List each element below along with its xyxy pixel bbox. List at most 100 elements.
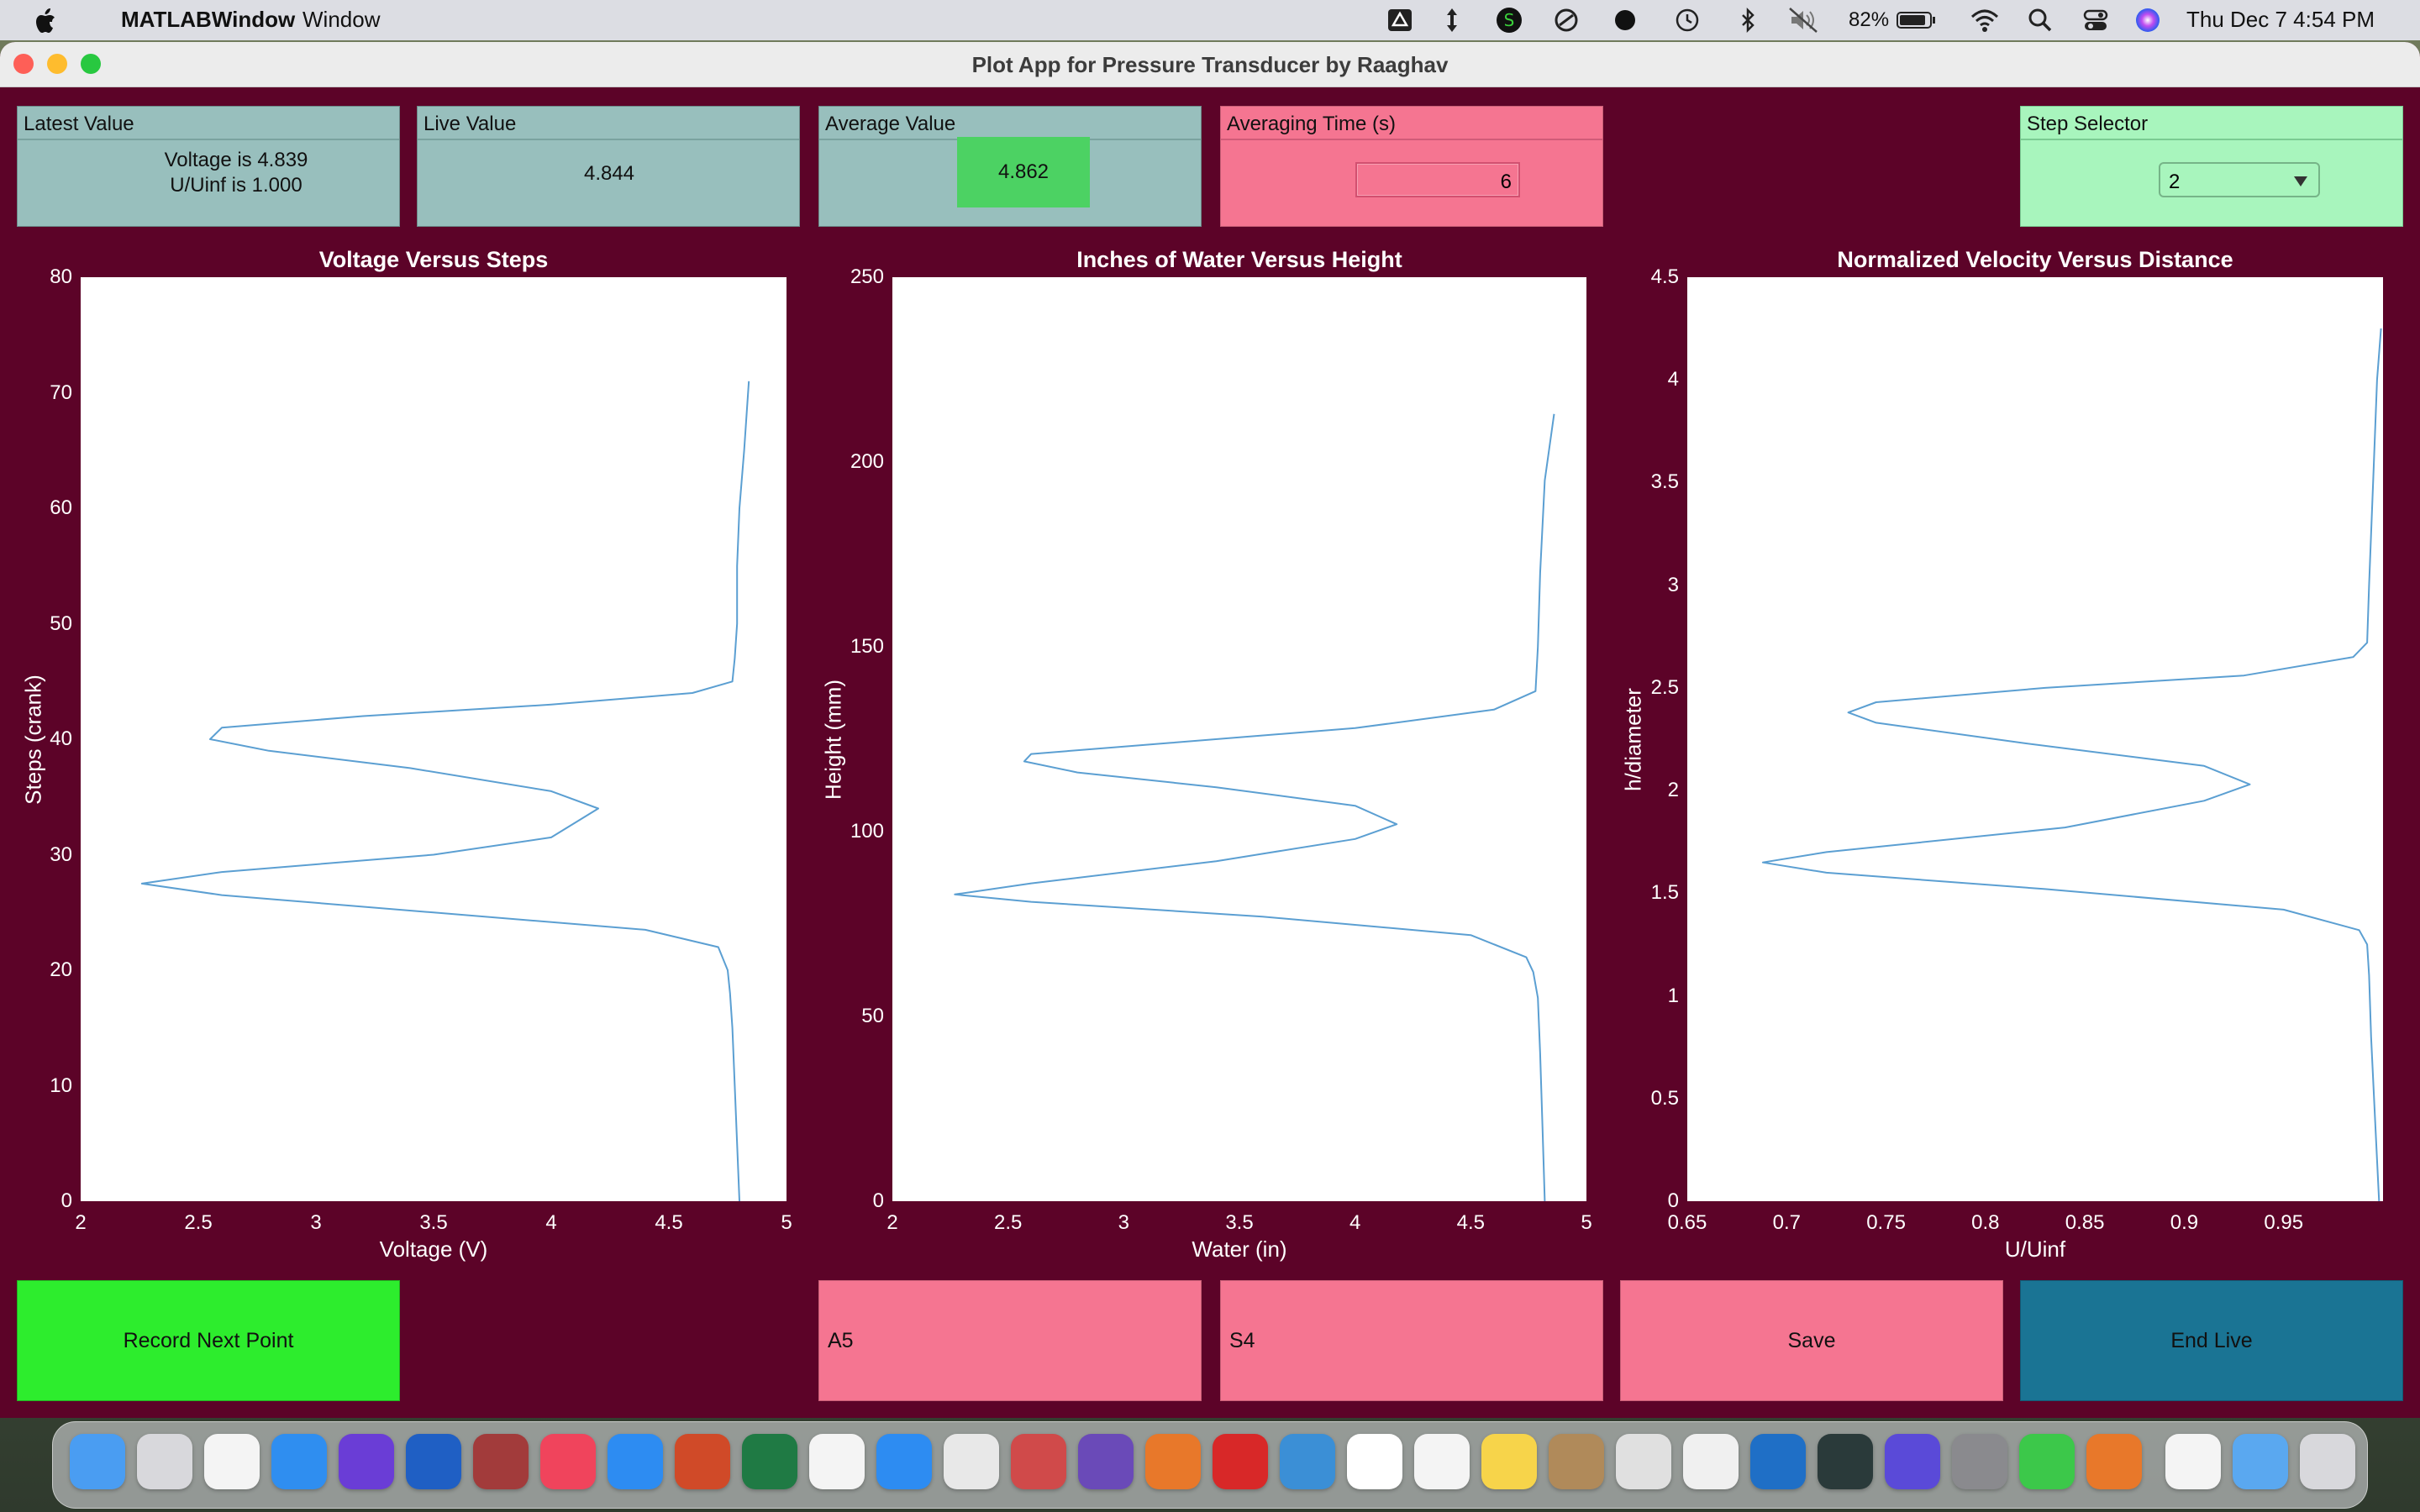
wifi-icon[interactable] <box>1970 7 2000 34</box>
safari-icon[interactable] <box>271 1434 327 1489</box>
voltage-steps-x-tick: 3.5 <box>419 1211 448 1234</box>
step-selector-value: 2 <box>2169 171 2181 193</box>
water-height-x-tick: 2 <box>886 1211 898 1234</box>
volume-muted-icon[interactable] <box>1788 7 1818 34</box>
matlab-icon[interactable] <box>1145 1434 1201 1489</box>
voltage-steps-x-tick: 5 <box>781 1211 792 1234</box>
live-value-title: Live Value <box>418 107 799 140</box>
window-title: Plot App for Pressure Transducer by Raag… <box>971 52 1449 77</box>
resize-arrows-icon[interactable] <box>1439 7 1465 34</box>
textedit-icon[interactable] <box>1683 1434 1739 1489</box>
box-icon[interactable] <box>1750 1434 1806 1489</box>
freeform-icon[interactable] <box>809 1434 865 1489</box>
voltage-steps-x-tick: 4.5 <box>655 1211 683 1234</box>
velocity-distance-x-tick: 0.95 <box>2264 1211 2304 1234</box>
velocity-distance-x-tick: 0.7 <box>1772 1211 1801 1234</box>
matlab-s-icon[interactable] <box>944 1434 999 1489</box>
water-height-y-axis-label: Height (mm) <box>820 680 846 801</box>
voltage-steps-x-tick: 2.5 <box>184 1211 213 1234</box>
average-value-panel: Average Value 4.862 <box>818 106 1202 227</box>
reminders-icon[interactable] <box>1414 1434 1470 1489</box>
voltage-steps-y-tick: 60 <box>50 496 72 519</box>
remote-desktop-icon[interactable] <box>1011 1434 1066 1489</box>
water-height-x-tick: 5 <box>1581 1211 1592 1234</box>
a5-button[interactable]: A5 <box>818 1280 1202 1401</box>
drive-icon[interactable] <box>1386 7 1413 34</box>
menu-window[interactable]: Window <box>302 7 380 33</box>
live-value-text: 4.844 <box>583 162 635 185</box>
github-icon[interactable] <box>1078 1434 1134 1489</box>
latest-voltage-text: Voltage is 4.839 <box>164 149 308 171</box>
save-button[interactable]: Save <box>1620 1280 2003 1401</box>
word-icon[interactable] <box>406 1434 461 1489</box>
s4-button[interactable]: S4 <box>1220 1280 1603 1401</box>
voltage-steps-y-tick: 10 <box>50 1074 72 1097</box>
menubar-clock[interactable]: Thu Dec 7 4:54 PM <box>2186 7 2375 33</box>
matlab-2-icon[interactable] <box>2086 1434 2142 1489</box>
velocity-distance-x-axis-label: U/Uinf <box>2004 1236 2066 1262</box>
velocity-distance-x-tick: 0.85 <box>2065 1211 2105 1234</box>
bluetooth-icon[interactable] <box>1734 7 1761 34</box>
latest-value-panel: Latest Value Voltage is 4.839 U/Uinf is … <box>17 106 400 227</box>
velocity-distance-y-axis-label: h/diameter <box>1620 688 1646 791</box>
app-store-icon[interactable] <box>608 1434 663 1489</box>
step-selector-dropdown[interactable]: 2 <box>2159 162 2320 197</box>
latest-value-title: Latest Value <box>18 107 399 140</box>
voltage-steps-x-tick: 2 <box>75 1211 87 1234</box>
velocity-distance-x-tick: 0.75 <box>1866 1211 1906 1234</box>
dock <box>52 1421 2368 1509</box>
spotlight-search-icon[interactable] <box>2027 7 2054 34</box>
music-icon[interactable] <box>540 1434 596 1489</box>
water-height-x-tick: 4.5 <box>1456 1211 1486 1234</box>
contacts-icon[interactable] <box>1549 1434 1604 1489</box>
velocity-distance-x-tick: 0.8 <box>1971 1211 2000 1234</box>
velocity-distance-x-tick: 0.65 <box>1667 1211 1707 1234</box>
finder-icon[interactable] <box>70 1434 125 1489</box>
step-selector-panel: Step Selector 2 <box>2020 106 2403 227</box>
voltage-steps-y-tick: 80 <box>50 265 72 288</box>
velocity-distance-y-tick: 1.5 <box>1650 881 1679 905</box>
averaging-time-input[interactable]: 6 <box>1355 162 1520 197</box>
mathematica-icon[interactable] <box>1213 1434 1268 1489</box>
do-not-disturb-icon[interactable] <box>1553 7 1580 34</box>
shortcuts-icon[interactable] <box>1885 1434 1940 1489</box>
powerpoint-icon[interactable] <box>675 1434 730 1489</box>
battery-icon[interactable] <box>1896 7 1938 34</box>
dollar-app-icon[interactable]: S <box>1496 7 1523 34</box>
menu-app-name[interactable]: MATLABWindow <box>121 7 295 33</box>
control-center-icon[interactable] <box>2082 7 2109 34</box>
voltage-steps-y-tick: 20 <box>50 958 72 981</box>
calendar-icon[interactable] <box>1347 1434 1402 1489</box>
water-height-series-line <box>954 413 1555 1201</box>
zoom-icon[interactable] <box>876 1434 932 1489</box>
water-height-x-tick: 2.5 <box>993 1211 1023 1234</box>
system-settings-icon[interactable] <box>1952 1434 2007 1489</box>
velocity-distance-y-tick: 4.5 <box>1650 265 1679 288</box>
latest-uuinf-text: U/Uinf is 1.000 <box>170 174 302 197</box>
firefox-icon[interactable] <box>339 1434 394 1489</box>
trash-icon[interactable] <box>2300 1434 2355 1489</box>
water-height-y-tick: 0 <box>872 1189 884 1212</box>
screenshot-icon[interactable] <box>1616 1434 1671 1489</box>
apple-icon[interactable] <box>32 7 57 35</box>
downloads-folder-icon[interactable] <box>2233 1434 2288 1489</box>
end-live-button[interactable]: End Live <box>2020 1280 2403 1401</box>
velocity-distance-plot-area[interactable] <box>1687 277 2383 1201</box>
kindle-icon[interactable] <box>1280 1434 1335 1489</box>
time-machine-icon[interactable] <box>1674 7 1701 34</box>
excel-icon[interactable] <box>742 1434 797 1489</box>
activity-monitor-icon[interactable] <box>1818 1434 1873 1489</box>
messages-icon[interactable] <box>2019 1434 2075 1489</box>
archive-icon[interactable] <box>2165 1434 2221 1489</box>
voltage-steps-plot-area[interactable] <box>81 277 786 1201</box>
notes-icon[interactable] <box>1481 1434 1537 1489</box>
chrome-icon[interactable] <box>204 1434 260 1489</box>
voltage-steps-y-tick: 70 <box>50 381 72 404</box>
record-next-point-button[interactable]: Record Next Point <box>17 1280 400 1401</box>
launchpad-icon[interactable] <box>137 1434 192 1489</box>
dictionary-icon[interactable] <box>473 1434 529 1489</box>
velocity-distance-y-tick: 0.5 <box>1650 1086 1679 1110</box>
record-dot-icon[interactable] <box>1612 7 1639 34</box>
siri-icon[interactable] <box>2134 7 2161 34</box>
water-height-plot-area[interactable] <box>892 277 1586 1201</box>
